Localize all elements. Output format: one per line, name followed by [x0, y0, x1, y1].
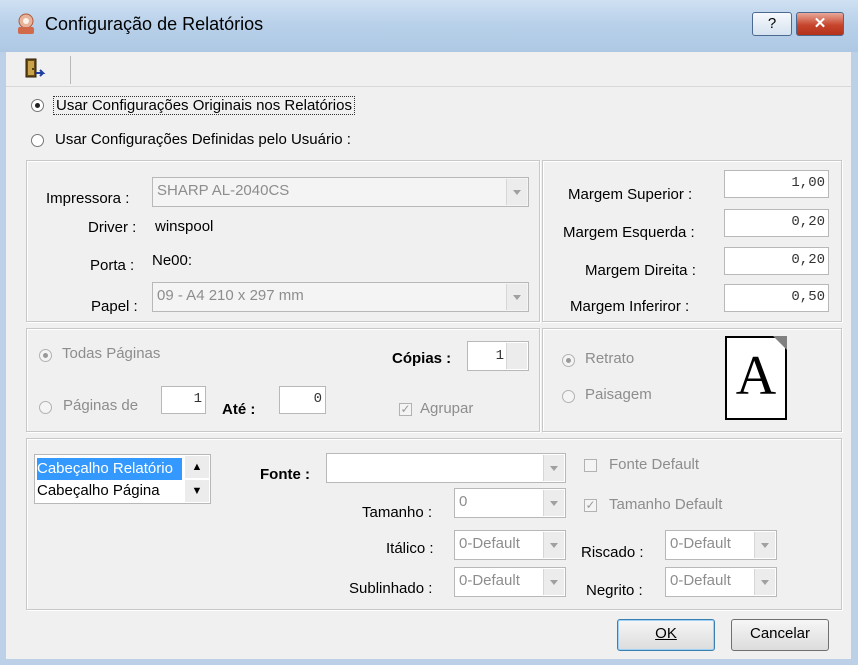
todas-paginas-label: Todas Páginas — [62, 345, 161, 362]
spin-up-icon[interactable] — [506, 343, 527, 357]
toolbar — [6, 52, 851, 87]
italico-value: 0-Default — [459, 535, 520, 552]
margem-esquerda-label: Margem Esquerda : — [563, 224, 695, 241]
tamanho-default-label: Tamanho Default — [609, 496, 723, 513]
radio-paisagem[interactable] — [562, 390, 575, 403]
margem-direita-label: Margem Direita : — [585, 262, 696, 279]
help-button[interactable]: ? — [752, 12, 792, 36]
margem-inferior-label: Margem Inferiror : — [570, 298, 690, 315]
close-button[interactable]: ✕ — [796, 12, 844, 36]
exit-door-icon[interactable] — [24, 57, 46, 81]
agrupar-label: Agrupar — [420, 400, 474, 417]
negrito-value: 0-Default — [670, 572, 731, 589]
section-item-1[interactable]: Cabeçalho Página — [37, 480, 182, 502]
chevron-down-icon[interactable] — [543, 455, 564, 481]
papel-label: Papel : — [91, 298, 138, 315]
ate-input[interactable]: 0 — [279, 386, 326, 414]
margem-direita-input[interactable]: 0,20 — [724, 247, 829, 275]
chevron-down-icon[interactable] — [506, 284, 527, 310]
impressora-label: Impressora : — [46, 190, 130, 207]
help-icon: ? — [767, 15, 777, 32]
tamanho-default-checkbox[interactable]: ✓ — [584, 499, 597, 512]
close-icon: ✕ — [813, 15, 827, 32]
chevron-down-icon[interactable] — [543, 569, 564, 595]
margem-superior-label: Margem Superior : — [568, 186, 693, 203]
riscado-combo[interactable]: 0-Default — [665, 530, 777, 560]
original-config-label[interactable]: Usar Configurações Originais nos Relatór… — [53, 96, 355, 115]
riscado-value: 0-Default — [670, 535, 731, 552]
papel-combo[interactable]: 09 - A4 210 x 297 mm — [152, 282, 529, 312]
fonte-default-checkbox[interactable] — [584, 459, 597, 472]
ok-label: OK — [655, 625, 677, 642]
negrito-label: Negrito : — [586, 582, 643, 599]
orientation-group — [542, 328, 842, 432]
chevron-down-icon[interactable] — [506, 179, 527, 205]
app-icon — [14, 12, 38, 36]
window-frame-bottom — [0, 659, 858, 665]
preview-letter: A — [735, 345, 777, 407]
radio-original-config[interactable] — [31, 99, 44, 112]
copias-value: 1 — [495, 348, 504, 364]
italico-label: Itálico : — [386, 540, 434, 557]
window-title: Configuração de Relatórios — [45, 14, 264, 34]
sublinhado-label: Sublinhado : — [349, 580, 433, 597]
radio-todas-paginas[interactable] — [39, 349, 52, 362]
fonte-label: Fonte : — [260, 466, 310, 483]
porta-label: Porta : — [90, 257, 135, 274]
window-frame-right — [851, 52, 858, 665]
radio-paginas-de[interactable] — [39, 401, 52, 414]
negrito-combo[interactable]: 0-Default — [665, 567, 777, 597]
agrupar-checkbox[interactable]: ✓ — [399, 403, 412, 416]
riscado-label: Riscado : — [581, 544, 644, 561]
radio-retrato[interactable] — [562, 354, 575, 367]
toolbar-separator — [70, 56, 71, 84]
section-item-0[interactable]: Cabeçalho Relatório — [37, 458, 182, 480]
driver-label: Driver : — [88, 219, 137, 236]
copias-input[interactable]: 1 — [467, 341, 529, 371]
cancel-label: Cancelar — [749, 625, 811, 642]
user-config-label[interactable]: Usar Configurações Definidas pelo Usuári… — [55, 131, 351, 148]
copias-label: Cópias : — [392, 350, 452, 367]
porta-value: Ne00: — [152, 252, 193, 269]
page-orientation-preview: A — [725, 336, 787, 420]
margem-esquerda-input[interactable]: 0,20 — [724, 209, 829, 237]
fonte-default-label: Fonte Default — [609, 456, 700, 473]
ok-button[interactable]: OK — [617, 619, 715, 651]
scroll-down-icon[interactable]: ▼ — [185, 480, 209, 502]
radio-user-config[interactable] — [31, 134, 44, 147]
sections-listbox[interactable]: Cabeçalho Relatório Cabeçalho Página ▲ ▼ — [34, 454, 211, 504]
tamanho-value: 0 — [459, 493, 468, 510]
cancel-button[interactable]: Cancelar — [731, 619, 829, 651]
impressora-combo[interactable]: SHARP AL-2040CS — [152, 177, 529, 207]
sublinhado-value: 0-Default — [459, 572, 520, 589]
impressora-value: SHARP AL-2040CS — [157, 182, 290, 199]
chevron-down-icon[interactable] — [754, 532, 775, 558]
margem-superior-input[interactable]: 1,00 — [724, 170, 829, 198]
retrato-label: Retrato — [585, 350, 635, 367]
driver-value: winspool — [155, 218, 214, 235]
margem-inferior-input[interactable]: 0,50 — [724, 284, 829, 312]
tamanho-combo[interactable]: 0 — [454, 488, 566, 518]
spin-down-icon[interactable] — [506, 356, 527, 369]
paginas-de-label: Páginas de — [63, 397, 139, 414]
fonte-combo[interactable] — [326, 453, 566, 483]
papel-value: 09 - A4 210 x 297 mm — [157, 287, 304, 304]
italico-combo[interactable]: 0-Default — [454, 530, 566, 560]
chevron-down-icon[interactable] — [543, 532, 564, 558]
chevron-down-icon[interactable] — [543, 490, 564, 516]
tamanho-label: Tamanho : — [362, 504, 433, 521]
paginas-de-input[interactable]: 1 — [161, 386, 206, 414]
paisagem-label: Paisagem — [585, 386, 652, 403]
sublinhado-combo[interactable]: 0-Default — [454, 567, 566, 597]
scroll-up-icon[interactable]: ▲ — [185, 456, 209, 478]
ate-label: Até : — [222, 401, 256, 418]
chevron-down-icon[interactable] — [754, 569, 775, 595]
